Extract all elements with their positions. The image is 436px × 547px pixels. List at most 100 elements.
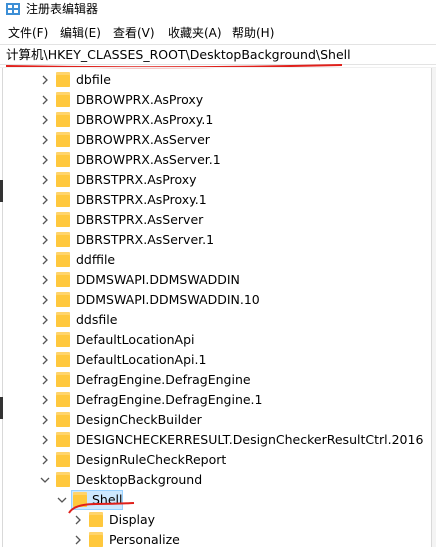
tree-item-label: dbfile (76, 72, 111, 87)
folder-icon (56, 132, 70, 147)
chevron-right-icon[interactable] (39, 294, 51, 306)
tree-item-label: ddsfile (76, 312, 118, 327)
folder-icon (56, 72, 70, 87)
tree-item[interactable]: DesignRuleCheckReport (0, 450, 430, 470)
tree-item[interactable]: DBRSTPRX.AsServer.1 (0, 230, 430, 250)
folder-icon (56, 192, 70, 207)
folder-icon (56, 432, 70, 447)
tree-item-label: DefaultLocationApi (76, 332, 195, 347)
folder-icon (56, 152, 70, 167)
tree-item[interactable]: DDMSWAPI.DDMSWADDIN (0, 270, 430, 290)
folder-icon (56, 392, 70, 407)
menu-edit[interactable]: 编辑(E) (60, 25, 101, 41)
tree-item[interactable]: DBRSTPRX.AsServer (0, 210, 430, 230)
folder-icon (89, 532, 103, 547)
tree-item-label: DBRSTPRX.AsProxy.1 (76, 192, 207, 207)
tree-item-label: ddffile (76, 252, 116, 267)
tree-item[interactable]: DBRSTPRX.AsProxy (0, 170, 430, 190)
chevron-right-icon[interactable] (72, 534, 84, 546)
registry-tree: dbfile DBROWPRX.AsProxy DBROWPRX.AsProxy.1… (0, 67, 436, 547)
tree-item-label: DDMSWAPI.DDMSWADDIN.10 (76, 292, 260, 307)
menu-file[interactable]: 文件(F) (8, 25, 48, 41)
folder-icon (56, 312, 70, 327)
chevron-right-icon[interactable] (39, 114, 51, 126)
menu-view[interactable]: 查看(V) (113, 25, 155, 41)
folder-icon (56, 252, 70, 267)
folder-icon (56, 92, 70, 107)
folder-icon (56, 412, 70, 427)
tree-item[interactable]: DBROWPRX.AsProxy.1 (0, 110, 430, 130)
chevron-right-icon[interactable] (39, 234, 51, 246)
chevron-right-icon[interactable] (39, 254, 51, 266)
tree-item[interactable]: DBROWPRX.AsProxy (0, 90, 430, 110)
folder-icon (56, 352, 70, 367)
tree-item-label: DBROWPRX.AsProxy.1 (76, 112, 214, 127)
chevron-right-icon[interactable] (39, 274, 51, 286)
tree-item[interactable]: DefaultLocationApi.1 (0, 350, 430, 370)
folder-icon (56, 232, 70, 247)
chevron-right-icon[interactable] (39, 414, 51, 426)
folder-icon (56, 172, 70, 187)
chevron-right-icon[interactable] (39, 74, 51, 86)
tree-item[interactable]: DBRSTPRX.AsProxy.1 (0, 190, 430, 210)
folder-icon (56, 372, 70, 387)
tree-item-label: DesignRuleCheckReport (76, 452, 227, 467)
window-title: 注册表编辑器 (26, 2, 99, 16)
tree-item[interactable]: DBROWPRX.AsServer (0, 130, 430, 150)
chevron-right-icon[interactable] (39, 374, 51, 386)
tree-item-label: DefragEngine.DefragEngine (76, 372, 251, 387)
tree-item[interactable]: DESIGNCHECKERRESULT.DesignCheckerResultC… (0, 430, 430, 450)
menu-favorites[interactable]: 收藏夹(A) (168, 25, 222, 41)
chevron-right-icon[interactable] (39, 314, 51, 326)
shell-annotation-underline (68, 502, 135, 514)
chevron-right-icon[interactable] (39, 134, 51, 146)
folder-icon (56, 212, 70, 227)
tree-item[interactable]: ddffile (0, 250, 430, 270)
tree-item-label: DDMSWAPI.DDMSWADDIN (76, 272, 240, 287)
tree-item[interactable]: DefaultLocationApi (0, 330, 430, 350)
chevron-right-icon[interactable] (39, 434, 51, 446)
chevron-right-icon[interactable] (39, 194, 51, 206)
tree-item[interactable]: DesktopBackground (0, 470, 430, 490)
folder-icon (56, 112, 70, 127)
tree-item[interactable]: ddsfile (0, 310, 430, 330)
tree-item-label: DefragEngine.DefragEngine.1 (76, 392, 263, 407)
chevron-right-icon[interactable] (39, 394, 51, 406)
tree-item-label: Personalize (109, 532, 180, 547)
tree-item-label: DBROWPRX.AsServer.1 (76, 152, 221, 167)
tree-item-label: DESIGNCHECKERRESULT.DesignCheckerResultC… (76, 432, 424, 447)
chevron-right-icon[interactable] (39, 454, 51, 466)
tree-item-label: DBRSTPRX.AsServer.1 (76, 232, 215, 247)
tree-item-label: DesktopBackground (76, 472, 203, 487)
menu-help[interactable]: 帮助(H) (232, 25, 274, 41)
tree-item[interactable]: Display (0, 510, 430, 530)
tree-item[interactable]: DefragEngine.DefragEngine (0, 370, 430, 390)
tree-item[interactable]: dbfile (0, 70, 430, 90)
tree-item-label: DBRSTPRX.AsProxy (76, 172, 197, 187)
tree-item[interactable]: DefragEngine.DefragEngine.1 (0, 390, 430, 410)
tree-item[interactable]: DBROWPRX.AsServer.1 (0, 150, 430, 170)
tree-item-label: DBRSTPRX.AsServer (76, 212, 204, 227)
tree-item-label: DesignCheckBuilder (76, 412, 202, 427)
tree-item-label: DBROWPRX.AsProxy (76, 92, 204, 107)
tree-item[interactable]: Personalize (0, 530, 430, 547)
title-bar: 注册表编辑器 (0, 0, 436, 19)
chevron-down-icon[interactable] (39, 474, 51, 486)
tree-item[interactable]: DesignCheckBuilder (0, 410, 430, 430)
registry-editor-icon (6, 3, 20, 15)
chevron-right-icon[interactable] (39, 154, 51, 166)
chevron-right-icon[interactable] (39, 354, 51, 366)
folder-icon (56, 472, 70, 487)
tree-item[interactable]: Shell (0, 490, 430, 510)
chevron-right-icon[interactable] (39, 334, 51, 346)
menu-bar: 文件(F) 编辑(E) 查看(V) 收藏夹(A) 帮助(H) (0, 23, 436, 43)
tree-item[interactable]: DDMSWAPI.DDMSWADDIN.10 (0, 290, 430, 310)
tree-item-label: DefaultLocationApi.1 (76, 352, 207, 367)
folder-icon (56, 452, 70, 467)
chevron-right-icon[interactable] (39, 94, 51, 106)
folder-icon (56, 272, 70, 287)
address-path[interactable]: 计算机\HKEY_CLASSES_ROOT\DesktopBackground\… (6, 47, 351, 63)
chevron-right-icon[interactable] (39, 214, 51, 226)
folder-icon (56, 292, 70, 307)
chevron-right-icon[interactable] (39, 174, 51, 186)
